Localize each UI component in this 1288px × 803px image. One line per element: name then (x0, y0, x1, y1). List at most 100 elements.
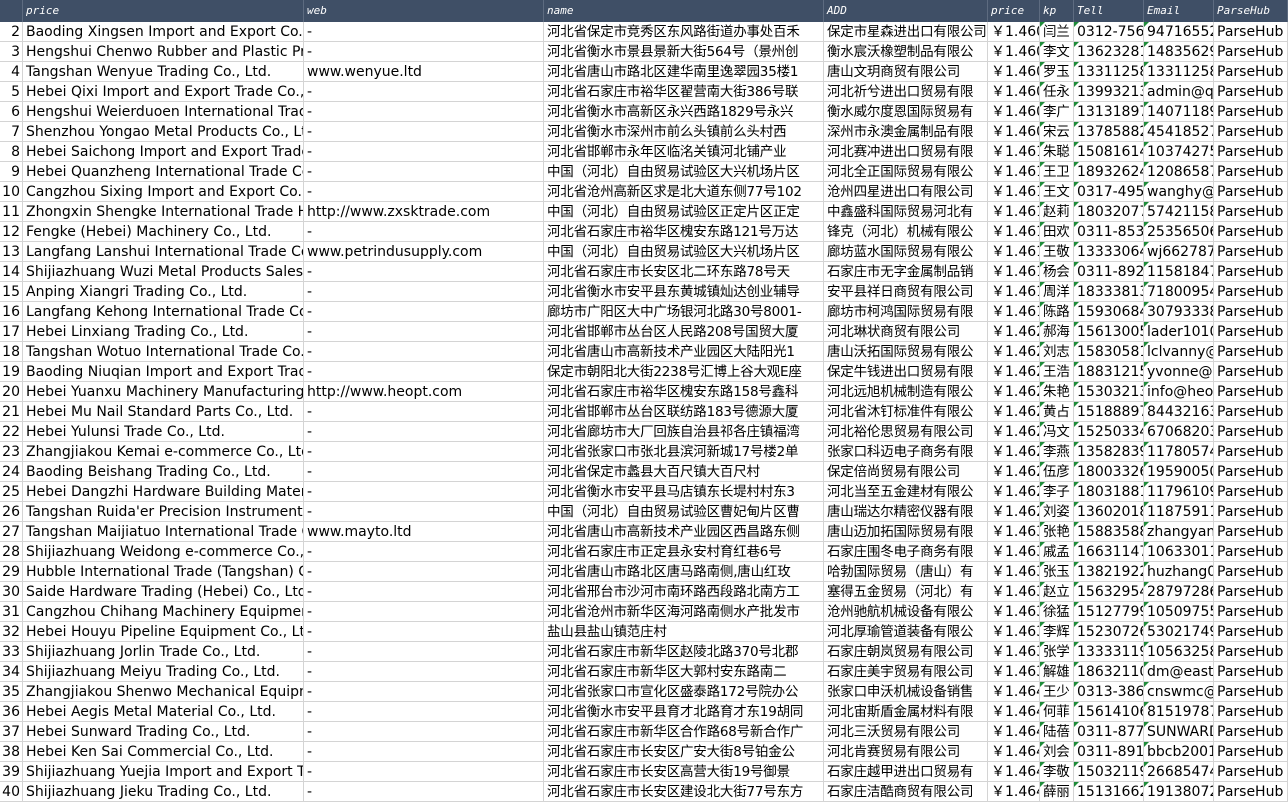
cell-company-name-cn[interactable]: 河北祈兮进出口贸易有限 (824, 82, 988, 102)
cell-price[interactable]: ￥1.462 (988, 322, 1040, 342)
cell-company-name[interactable]: Zhangjiakou Shenwo Mechanical Equipmer (23, 682, 304, 702)
cell-price[interactable]: ￥1.460 (988, 122, 1040, 142)
cell-address[interactable]: 河北省石家庄市长安区北二环东路78号天 (544, 262, 824, 282)
cell-company-name[interactable]: Tangshan Wenyue Trading Co., Ltd. (23, 62, 304, 82)
cell-source[interactable]: ParseHub (1214, 502, 1288, 522)
row-number[interactable]: 29 (0, 562, 23, 582)
cell-company-name[interactable]: Saide Hardware Trading (Hebei) Co., Ltd. (23, 582, 304, 602)
cell-company-name-cn[interactable]: 张家口科迈电子商务有限 (824, 442, 988, 462)
row-number[interactable]: 19 (0, 362, 23, 382)
cell-address[interactable]: 河北省沧州高新区求是北大道东侧77号102 (544, 182, 824, 202)
cell-address[interactable]: 保定市朝阳北大街2238号汇博上谷大观E座 (544, 362, 824, 382)
cell-source[interactable]: ParseHub (1214, 482, 1288, 502)
cell-website[interactable]: - (304, 642, 544, 662)
cell-phone[interactable]: 180318816 (1074, 482, 1144, 502)
cell-website[interactable]: - (304, 22, 544, 42)
cell-price[interactable]: ￥1.462 (988, 482, 1040, 502)
cell-source[interactable]: ParseHub (1214, 622, 1288, 642)
cell-website[interactable]: www.wenyue.ltd (304, 62, 544, 82)
cell-website[interactable]: - (304, 142, 544, 162)
cell-phone[interactable]: 151277997 (1074, 602, 1144, 622)
cell-contact-person[interactable]: 何菲 (1040, 702, 1074, 722)
cell-email[interactable]: 148356295 (1144, 42, 1214, 62)
row-number[interactable]: 31 (0, 602, 23, 622)
cell-price[interactable]: ￥1.461 (988, 262, 1040, 282)
cell-address[interactable]: 中国（河北）自由贸易试验区曹妃甸片区曹 (544, 502, 824, 522)
cell-website[interactable]: - (304, 222, 544, 242)
cell-website[interactable]: - (304, 762, 544, 782)
cell-source[interactable]: ParseHub (1214, 762, 1288, 782)
cell-contact-person[interactable]: 张学 (1040, 642, 1074, 662)
cell-phone[interactable]: 152307265 (1074, 622, 1144, 642)
cell-company-name[interactable]: Zhangjiakou Kemai e-commerce Co., Ltd. (23, 442, 304, 462)
cell-source[interactable]: ParseHub (1214, 642, 1288, 662)
cell-company-name-cn[interactable]: 衡水宸沃橡塑制品有限公 (824, 42, 988, 62)
cell-phone[interactable]: 183338133 (1074, 282, 1144, 302)
cell-website[interactable]: - (304, 542, 544, 562)
cell-email[interactable]: 117961096 (1144, 482, 1214, 502)
cell-source[interactable]: ParseHub (1214, 142, 1288, 162)
cell-address[interactable]: 河北省唐山市路北区建华南里逸翠园35楼1 (544, 62, 824, 82)
cell-company-name-cn[interactable]: 廊坊市柯鸿国际贸易有限 (824, 302, 988, 322)
cell-contact-person[interactable]: 徐猛 (1040, 602, 1074, 622)
cell-phone[interactable]: 0312-7569 (1074, 22, 1144, 42)
cell-company-name[interactable]: Hebei Quanzheng International Trade Co., (23, 162, 304, 182)
cell-phone[interactable]: 156130051 (1074, 322, 1144, 342)
cell-contact-person[interactable]: 宋云 (1040, 122, 1074, 142)
cell-company-name[interactable]: Hebei Qixi Import and Export Trade Co., … (23, 82, 304, 102)
cell-email[interactable]: bbcb2001 (1144, 742, 1214, 762)
row-number[interactable]: 35 (0, 682, 23, 702)
cell-website[interactable]: - (304, 82, 544, 102)
row-number[interactable]: 33 (0, 642, 23, 662)
cell-company-name[interactable]: Hebei Yuanxu Machinery Manufacturing Co (23, 382, 304, 402)
cell-phone[interactable]: 151316621 (1074, 782, 1144, 802)
cell-email[interactable]: 191380726 (1144, 782, 1214, 802)
cell-company-name[interactable]: Tangshan Ruida'er Precision Instrument C… (23, 502, 304, 522)
cell-phone[interactable]: 151888979 (1074, 402, 1144, 422)
cell-price[interactable]: ￥1.464 (988, 782, 1040, 802)
cell-contact-person[interactable]: 李广 (1040, 102, 1074, 122)
cell-source[interactable]: ParseHub (1214, 542, 1288, 562)
cell-contact-person[interactable]: 赵立 (1040, 582, 1074, 602)
cell-company-name-cn[interactable]: 沧州四星进出口有限公司 (824, 182, 988, 202)
cell-source[interactable]: ParseHub (1214, 42, 1288, 62)
cell-address[interactable]: 河北省邯郸市永年区临洺关镇河北铺产业 (544, 142, 824, 162)
cell-website[interactable]: www.petrindusupply.com (304, 242, 544, 262)
cell-price[interactable]: ￥1.461 (988, 182, 1040, 202)
cell-email[interactable]: 103742750 (1144, 142, 1214, 162)
cell-website[interactable]: - (304, 342, 544, 362)
cell-contact-person[interactable]: 闫兰 (1040, 22, 1074, 42)
cell-contact-person[interactable]: 王浩 (1040, 362, 1074, 382)
cell-price[interactable]: ￥1.462 (988, 502, 1040, 522)
cell-contact-person[interactable]: 戚孟 (1040, 542, 1074, 562)
cell-company-name-cn[interactable]: 唐山瑞达尔精密仪器有限 (824, 502, 988, 522)
cell-company-name-cn[interactable]: 保定市星森进出口有限公司 (824, 22, 988, 42)
spreadsheet-grid[interactable]: price web name ADD price kp Tell Email ParseHub … (0, 0, 1288, 803)
cell-company-name-cn[interactable]: 锋克（河北）机械有限公 (824, 222, 988, 242)
cell-website[interactable]: - (304, 462, 544, 482)
row-number[interactable]: 36 (0, 702, 23, 722)
row-number[interactable]: 32 (0, 622, 23, 642)
column-header-company-name[interactable]: price (23, 0, 304, 22)
cell-company-name-cn[interactable]: 保定牛钱进出口贸易有限 (824, 362, 988, 382)
cell-website[interactable]: http://www.heopt.com (304, 382, 544, 402)
cell-company-name[interactable]: Hebei Houyu Pipeline Equipment Co., Ltd. (23, 622, 304, 642)
cell-email[interactable]: 454185274 (1144, 122, 1214, 142)
row-number[interactable]: 28 (0, 542, 23, 562)
cell-company-name[interactable]: Baoding Xingsen Import and Export Co., L… (23, 22, 304, 42)
row-number[interactable]: 16 (0, 302, 23, 322)
cell-address[interactable]: 河北省唐山市高新技术产业园区大陆阳光1 (544, 342, 824, 362)
row-number[interactable]: 40 (0, 782, 23, 802)
cell-price[interactable]: ￥1.460 (988, 82, 1040, 102)
cell-contact-person[interactable]: 李燕 (1040, 442, 1074, 462)
cell-source[interactable]: ParseHub (1214, 682, 1288, 702)
cell-contact-person[interactable]: 郝海 (1040, 322, 1074, 342)
cell-phone[interactable]: 0311-8775 (1074, 722, 1144, 742)
cell-price[interactable]: ￥1.463 (988, 622, 1040, 642)
cell-company-name-cn[interactable]: 河北当至五金建材有限公 (824, 482, 988, 502)
cell-company-name[interactable]: Baoding Beishang Trading Co., Ltd. (23, 462, 304, 482)
cell-source[interactable]: ParseHub (1214, 122, 1288, 142)
cell-contact-person[interactable]: 李辉 (1040, 622, 1074, 642)
cell-price[interactable]: ￥1.460 (988, 42, 1040, 62)
cell-company-name[interactable]: Tangshan Maijiatuo International Trade C… (23, 522, 304, 542)
